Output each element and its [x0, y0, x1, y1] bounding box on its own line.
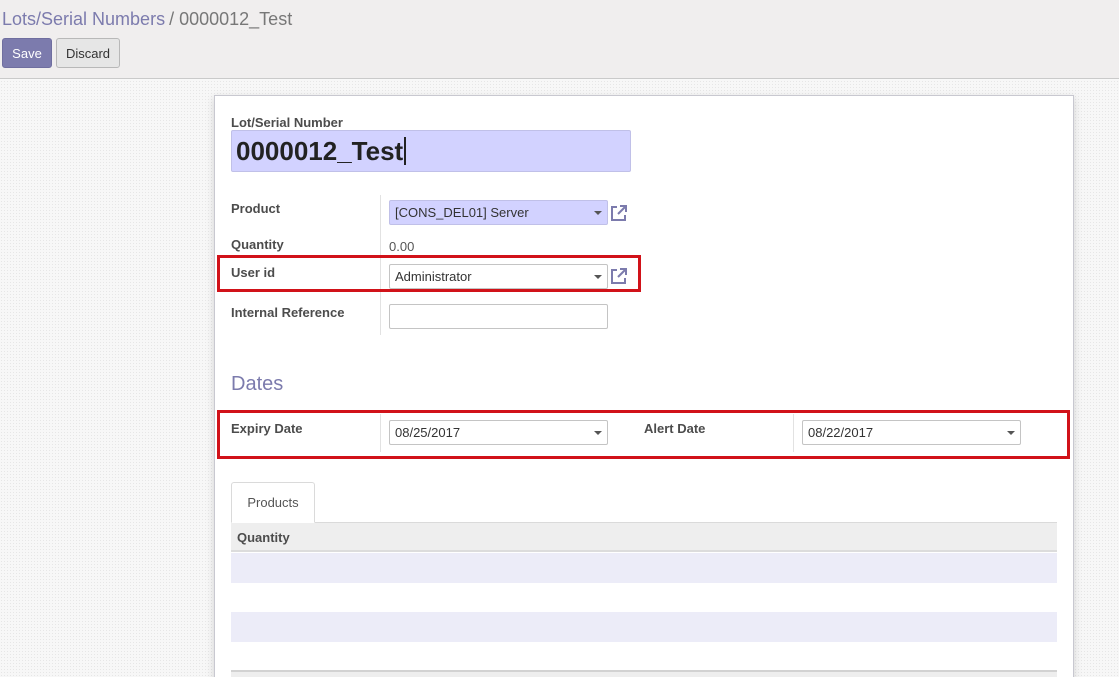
dates-section-title: Dates: [231, 373, 284, 395]
control-panel: Lots/Serial Numbers/0000012_Test Save Di…: [0, 0, 1119, 79]
lot-serial-number-input[interactable]: 0000012_Test: [231, 130, 631, 172]
table-footer: [231, 670, 1057, 677]
quantity-label: Quantity: [231, 237, 284, 252]
chevron-down-icon[interactable]: [594, 211, 602, 215]
table-row: [231, 583, 1057, 613]
table-row: [231, 553, 1057, 583]
dates-highlight-box: [217, 410, 1070, 459]
table-row: [231, 612, 1057, 642]
table-header-quantity[interactable]: Quantity: [231, 523, 1057, 552]
external-link-icon[interactable]: [609, 203, 629, 223]
text-cursor: [404, 137, 407, 165]
product-value: [CONS_DEL01] Server: [395, 205, 529, 220]
tab-products[interactable]: Products: [231, 482, 315, 523]
breadcrumb-separator: /: [169, 9, 175, 29]
product-select[interactable]: [CONS_DEL01] Server: [389, 200, 608, 225]
internal-reference-input[interactable]: [389, 304, 608, 329]
lot-serial-number-value: 0000012_Test: [236, 136, 404, 166]
internal-reference-label: Internal Reference: [231, 305, 345, 320]
user-id-highlight-box: [217, 255, 641, 292]
discard-button[interactable]: Discard: [56, 38, 120, 68]
breadcrumb-current: 0000012_Test: [179, 9, 293, 29]
quantity-value: 0.00: [389, 239, 415, 254]
save-button[interactable]: Save: [2, 38, 52, 68]
lot-serial-number-label: Lot/Serial Number: [231, 115, 343, 130]
product-label: Product: [231, 201, 281, 216]
table-row: [231, 642, 1057, 670]
breadcrumb-lots-link[interactable]: Lots/Serial Numbers: [2, 9, 165, 29]
breadcrumb: Lots/Serial Numbers/0000012_Test: [2, 9, 292, 30]
